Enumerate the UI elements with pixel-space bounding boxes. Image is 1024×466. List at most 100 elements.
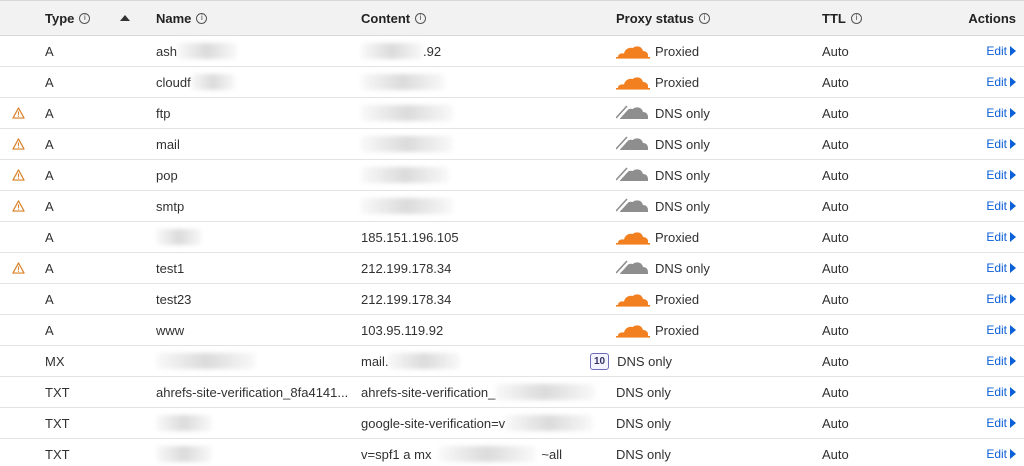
info-icon[interactable]: i <box>196 12 208 24</box>
record-content-label: ahrefs-site-verification_ <box>361 384 496 400</box>
edit-button[interactable]: Edit <box>986 230 1016 244</box>
caret-right-icon <box>1010 356 1016 366</box>
edit-button[interactable]: Edit <box>986 323 1016 337</box>
record-name <box>156 408 356 438</box>
record-content <box>361 160 601 190</box>
edit-label: Edit <box>986 385 1007 399</box>
record-name: mail <box>156 129 356 159</box>
record-type: A <box>45 222 145 252</box>
record-name: test1 <box>156 253 356 283</box>
table-row: Atest1 212.199.178.34 DNS only Auto Edit <box>0 253 1024 284</box>
column-header-name[interactable]: Name i <box>156 1 356 35</box>
edit-button[interactable]: Edit <box>986 137 1016 151</box>
edit-button[interactable]: Edit <box>986 292 1016 306</box>
proxy-status: Proxied <box>616 67 796 97</box>
column-header-name-label: Name <box>156 10 192 26</box>
redacted-text <box>176 43 237 59</box>
proxy-status-label: DNS only <box>655 167 710 183</box>
redacted-text <box>156 415 212 431</box>
proxy-status-label: Proxied <box>655 74 700 90</box>
edit-button[interactable]: Edit <box>986 199 1016 213</box>
table-row: A 185.151.196.105 Proxied Auto Edit <box>0 222 1024 253</box>
record-name-label: ahrefs-site-verification_8fa4141... <box>156 384 349 400</box>
redacted-text <box>361 136 453 152</box>
edit-label: Edit <box>986 261 1007 275</box>
record-ttl: Auto <box>822 284 902 314</box>
record-type: TXT <box>45 377 145 407</box>
edit-button[interactable]: Edit <box>986 44 1016 58</box>
info-icon[interactable]: i <box>415 12 427 24</box>
record-type: A <box>45 191 145 221</box>
warning-icon[interactable] <box>12 98 38 128</box>
proxy-status: DNS only <box>616 439 796 466</box>
edit-label: Edit <box>986 354 1007 368</box>
redacted-text <box>505 415 594 431</box>
record-name <box>156 439 356 466</box>
record-actions: Edit <box>926 129 1016 159</box>
record-content-label: google-site-verification=v <box>361 415 506 431</box>
record-type: A <box>45 129 145 159</box>
record-ttl: Auto <box>822 191 902 221</box>
warning-icon[interactable] <box>12 129 38 159</box>
warning-icon[interactable] <box>12 253 38 283</box>
record-name-label: test1 <box>156 260 185 276</box>
edit-label: Edit <box>986 447 1007 461</box>
record-type-label: A <box>45 229 54 245</box>
record-type-label: A <box>45 198 54 214</box>
edit-button[interactable]: Edit <box>986 261 1016 275</box>
proxy-status-label: DNS only <box>655 198 710 214</box>
warning-icon[interactable] <box>12 191 38 221</box>
edit-button[interactable]: Edit <box>986 416 1016 430</box>
proxy-status-label: DNS only <box>616 384 671 400</box>
edit-label: Edit <box>986 416 1007 430</box>
caret-right-icon <box>1010 325 1016 335</box>
proxy-status-label: Proxied <box>655 322 700 338</box>
redacted-text <box>156 229 202 245</box>
record-name: smtp <box>156 191 356 221</box>
record-content: .92 <box>361 36 601 66</box>
sort-ascending-icon[interactable] <box>120 1 140 35</box>
edit-button[interactable]: Edit <box>986 168 1016 182</box>
proxy-status-label: DNS only <box>616 415 671 431</box>
edit-label: Edit <box>986 44 1007 58</box>
column-header-ttl[interactable]: TTL i <box>822 1 902 35</box>
record-ttl: Auto <box>822 67 902 97</box>
edit-button[interactable]: Edit <box>986 354 1016 368</box>
proxy-status: 10 DNS only <box>590 346 790 376</box>
record-content: v=spf1 a mx ~all <box>361 439 601 466</box>
column-header-type-label: Type <box>45 10 75 26</box>
record-type: A <box>45 253 145 283</box>
edit-label: Edit <box>986 106 1007 120</box>
edit-button[interactable]: Edit <box>986 385 1016 399</box>
table-row: TXT ahrefs-site-verification_8fa4141... ah… <box>0 377 1024 408</box>
record-content <box>361 98 601 128</box>
record-content: mail. <box>361 346 601 376</box>
warning-icon[interactable] <box>12 160 38 190</box>
record-ttl: Auto <box>822 253 902 283</box>
dns-only-cloud-icon <box>616 166 655 184</box>
info-icon[interactable]: i <box>79 12 91 24</box>
proxy-status-label: Proxied <box>655 43 700 59</box>
record-ttl: Auto <box>822 377 902 407</box>
proxied-cloud-icon <box>616 228 655 246</box>
record-actions: Edit <box>926 377 1016 407</box>
record-content-label: 103.95.119.92 <box>361 322 444 338</box>
edit-button[interactable]: Edit <box>986 75 1016 89</box>
column-header-content-label: Content <box>361 10 411 26</box>
column-header-proxy-status[interactable]: Proxy status i <box>616 1 796 35</box>
column-header-content[interactable]: Content i <box>361 1 601 35</box>
edit-button[interactable]: Edit <box>986 447 1016 461</box>
edit-label: Edit <box>986 292 1007 306</box>
info-icon[interactable]: i <box>699 12 711 24</box>
info-icon[interactable]: i <box>850 12 862 24</box>
priority-badge: 10 <box>590 352 610 370</box>
proxy-status-label: DNS only <box>616 446 671 462</box>
record-name: ash <box>156 36 356 66</box>
proxy-status: Proxied <box>616 284 796 314</box>
record-type: A <box>45 284 145 314</box>
edit-button[interactable]: Edit <box>986 106 1016 120</box>
record-type-label: A <box>45 260 54 276</box>
record-ttl-label: Auto <box>822 74 849 90</box>
record-name-label: pop <box>156 167 178 183</box>
proxy-status: Proxied <box>616 222 796 252</box>
